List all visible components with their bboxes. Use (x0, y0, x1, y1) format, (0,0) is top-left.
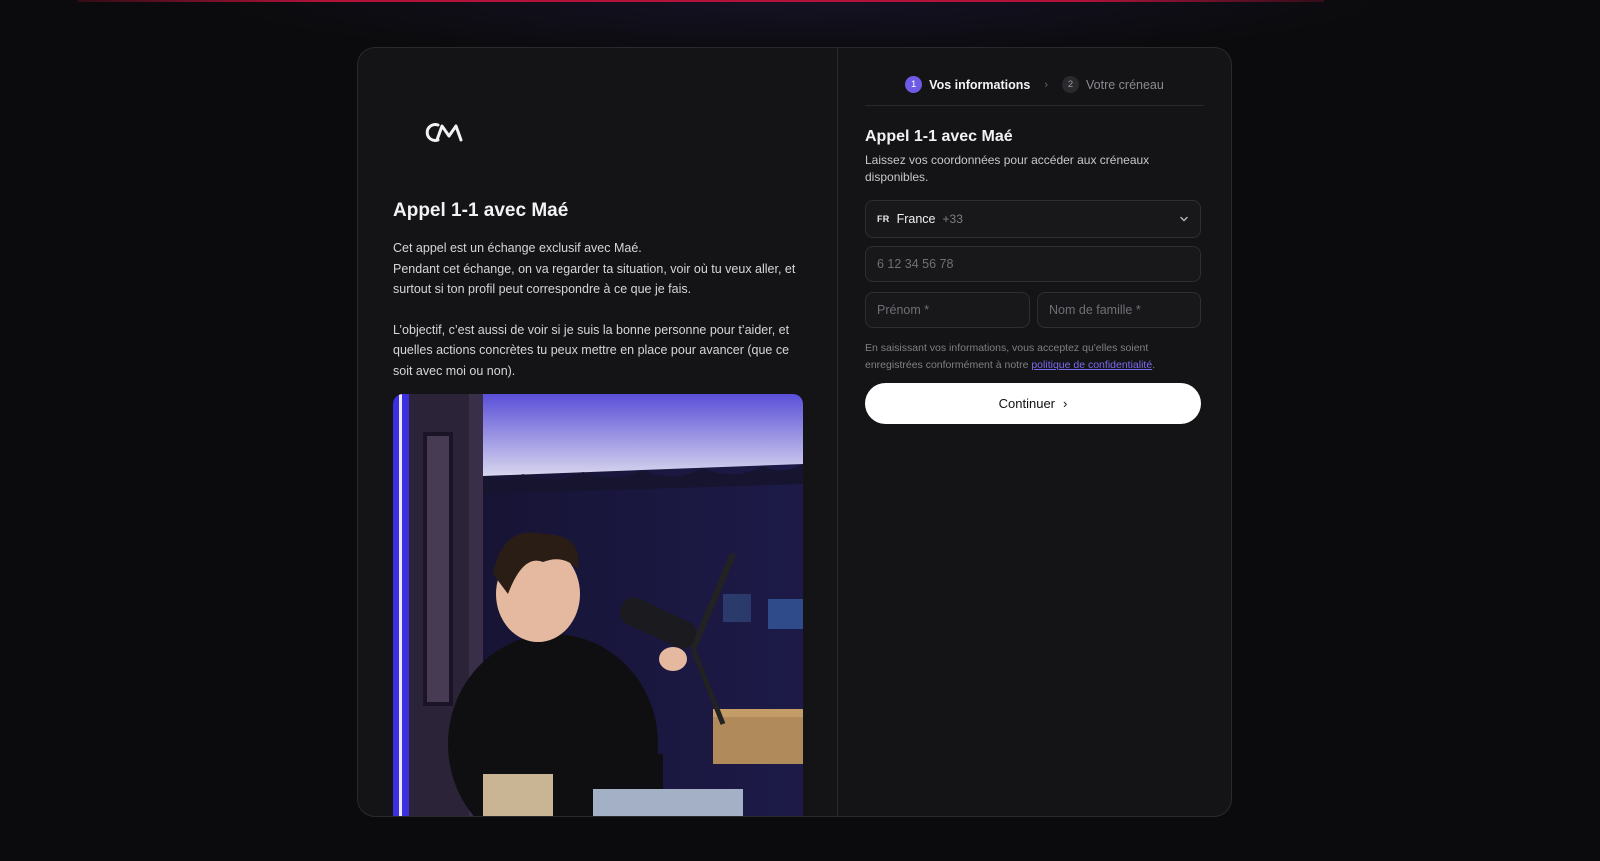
country-flag-icon: FR (877, 214, 890, 224)
host-photo (393, 394, 803, 816)
first-name-field[interactable] (865, 292, 1030, 328)
step-informations[interactable]: 1 Vos informations (905, 76, 1030, 93)
step-creneau[interactable]: 2 Votre créneau (1062, 76, 1164, 93)
desc-line-1: Cet appel est un échange exclusif avec M… (393, 241, 642, 255)
continue-label: Continuer (998, 396, 1056, 411)
desc-line-2: Pendant cet échange, on va regarder ta s… (393, 261, 796, 297)
last-name-field[interactable] (1037, 292, 1201, 328)
country-name: France (896, 212, 936, 226)
stepper: 1 Vos informations › 2 Votre créneau (865, 74, 1204, 106)
form-subtitle: Laissez vos coordonnées pour accéder aux… (865, 153, 1150, 184)
chevron-down-icon (1180, 216, 1188, 222)
left-description: Cet appel est un échange exclusif avec M… (393, 238, 803, 381)
first-name-input[interactable] (877, 303, 1018, 317)
last-name-input[interactable] (1049, 303, 1189, 317)
continue-button[interactable]: Continuer › (865, 383, 1201, 424)
country-select[interactable]: FR France +33 (865, 200, 1201, 238)
consent-end: . (1152, 359, 1156, 371)
phone-field[interactable] (865, 246, 1201, 282)
left-panel: Appel 1-1 avec Maé Cet appel est un écha… (358, 48, 838, 816)
step-2-number: 2 (1062, 76, 1079, 93)
dial-code: +33 (942, 212, 963, 226)
privacy-policy-link[interactable]: politique de confidentialité (1031, 359, 1152, 371)
cm-logo-icon (425, 123, 463, 142)
right-panel: 1 Vos informations › 2 Votre créneau App… (838, 48, 1231, 816)
left-title: Appel 1-1 avec Maé (393, 200, 569, 221)
step-1-number: 1 (905, 76, 923, 93)
top-glow-line (78, 0, 1324, 2)
desc-paragraph-2: L’objectif, c’est aussi de voir si je su… (393, 322, 790, 378)
phone-input[interactable] (877, 257, 1189, 271)
booking-card: Appel 1-1 avec Maé Cet appel est un écha… (357, 47, 1232, 817)
chevron-right-icon: › (1063, 396, 1068, 411)
form-title: Appel 1-1 avec Maé (865, 128, 1013, 145)
podcast-studio-illustration (393, 394, 803, 816)
step-2-label: Votre créneau (1086, 77, 1164, 92)
consent-text: En saisissant vos informations, vous acc… (865, 340, 1195, 374)
step-separator-icon: › (1044, 78, 1048, 91)
step-1-label: Vos informations (929, 77, 1031, 92)
